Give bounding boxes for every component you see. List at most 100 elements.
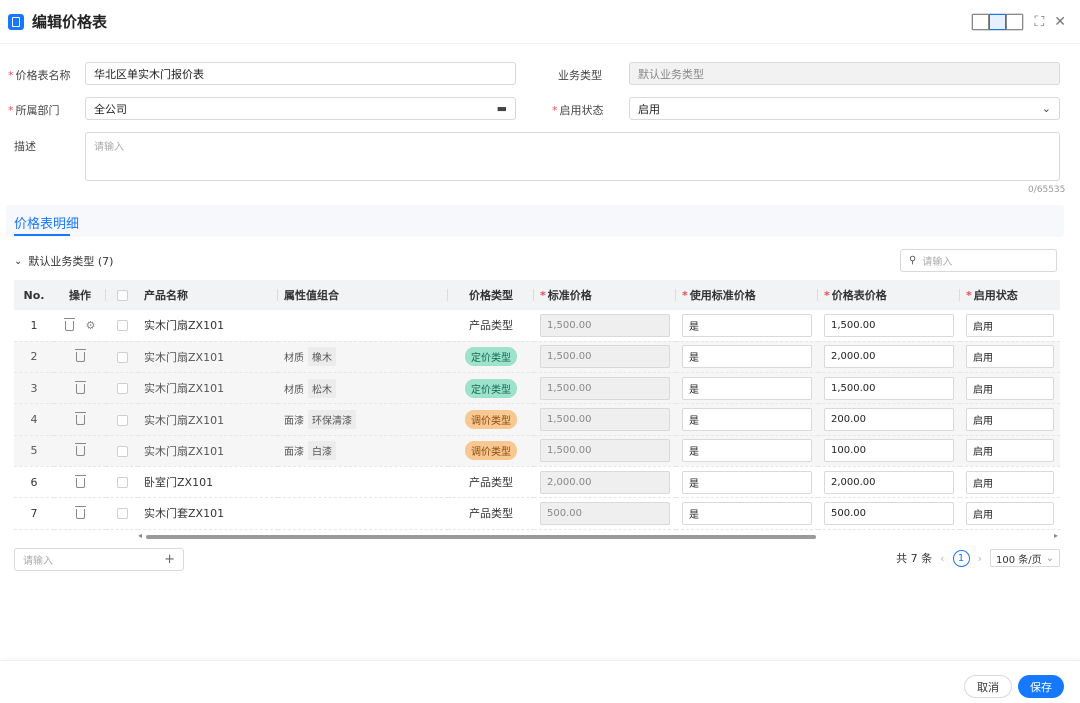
use-std-select[interactable]: 是 bbox=[682, 408, 812, 432]
row-checkbox[interactable] bbox=[116, 383, 128, 395]
row-no: 2 bbox=[14, 341, 54, 374]
select-all-checkbox[interactable] bbox=[106, 280, 138, 310]
price-type-tag: 调价类型 bbox=[465, 410, 517, 430]
product-name: 实木门扇ZX101 bbox=[138, 341, 278, 374]
close-icon[interactable]: ✕ bbox=[1054, 14, 1066, 30]
trash-icon[interactable] bbox=[74, 474, 86, 488]
table-search-input[interactable]: ⚲ 请输入 bbox=[900, 249, 1057, 272]
use-std-select[interactable]: 是 bbox=[682, 501, 812, 525]
list-price-input[interactable]: 2,000.00 bbox=[824, 345, 954, 369]
table-row: 2 实木门扇ZX101 材质 橡木 定价类型 1,500.00 是 2,000.0… bbox=[14, 341, 1060, 374]
product-name: 实木门扇ZX101 bbox=[138, 372, 278, 405]
gear-icon[interactable]: ⚙ bbox=[86, 319, 96, 332]
page-size-select[interactable]: 100 条/页 ⌄ bbox=[989, 549, 1060, 567]
trash-icon[interactable] bbox=[74, 443, 86, 457]
dialog-title: 编辑价格表 bbox=[32, 13, 108, 31]
row-no: 6 bbox=[14, 466, 54, 499]
row-status-select[interactable]: 启用 bbox=[966, 313, 1054, 337]
price-type: 产品类型 bbox=[448, 497, 534, 530]
row-status-select[interactable]: 启用 bbox=[966, 470, 1054, 494]
two-column-icon[interactable] bbox=[989, 13, 1007, 30]
col-use-std: * 使用标准价格 bbox=[676, 280, 818, 310]
table-row: 1 ⚙ 实木门扇ZX101 产品类型 1,500.00 是 1,500.00 启… bbox=[14, 310, 1060, 342]
row-status-select[interactable]: 启用 bbox=[966, 439, 1054, 463]
use-std-select[interactable]: 是 bbox=[682, 313, 812, 337]
dept-input[interactable]: 全公司 ▬ bbox=[85, 97, 516, 120]
use-std-select[interactable]: 是 bbox=[682, 470, 812, 494]
price-type: 产品类型 bbox=[448, 310, 534, 342]
row-checkbox[interactable] bbox=[116, 477, 128, 489]
row-checkbox[interactable] bbox=[116, 508, 128, 520]
price-type-tag: 定价类型 bbox=[465, 378, 517, 398]
use-std-select[interactable]: 是 bbox=[682, 439, 812, 463]
save-button[interactable]: 保存 bbox=[1018, 675, 1064, 698]
chevron-down-icon: ⌄ bbox=[1045, 552, 1054, 564]
std-price-field: 1,500.00 bbox=[540, 408, 670, 432]
trash-icon[interactable] bbox=[74, 505, 86, 519]
list-price-input[interactable]: 100.00 bbox=[824, 439, 954, 463]
col-no: No. bbox=[14, 280, 54, 310]
price-type: 产品类型 bbox=[448, 466, 534, 499]
trash-icon[interactable] bbox=[74, 412, 86, 426]
row-status-select[interactable]: 启用 bbox=[966, 501, 1054, 525]
price-list-icon bbox=[8, 13, 24, 30]
row-status-select[interactable]: 启用 bbox=[966, 408, 1054, 432]
horizontal-scrollbar[interactable] bbox=[138, 535, 1058, 539]
plus-icon[interactable]: + bbox=[164, 552, 175, 567]
pagination: 共 7 条 ‹ 1 › 100 条/页 ⌄ bbox=[896, 549, 1060, 567]
row-status-select[interactable]: 启用 bbox=[966, 345, 1054, 369]
use-std-select[interactable]: 是 bbox=[682, 376, 812, 400]
std-price-field: 1,500.00 bbox=[540, 439, 670, 463]
col-status: * 启用状态 bbox=[960, 280, 1060, 310]
use-std-select[interactable]: 是 bbox=[682, 345, 812, 369]
product-name: 卧室门ZX101 bbox=[138, 466, 278, 499]
col-attr: 属性值组合 bbox=[278, 280, 448, 310]
row-status-select[interactable]: 启用 bbox=[966, 376, 1054, 400]
tab-bar: 价格表明细 bbox=[6, 205, 1064, 237]
add-product-input[interactable]: 请输入 + bbox=[14, 548, 184, 571]
biz-type-field: 默认业务类型 bbox=[629, 62, 1060, 85]
tab-price-detail[interactable]: 价格表明细 bbox=[14, 213, 79, 232]
col-price-type: 价格类型 bbox=[448, 280, 534, 310]
group-header[interactable]: ⌄ 默认业务类型 (7) bbox=[14, 253, 113, 269]
std-price-field: 2,000.00 bbox=[540, 470, 670, 494]
description-textarea[interactable]: 请输入 bbox=[85, 132, 1060, 181]
price-list-name-input[interactable]: 华北区单实木门报价表 bbox=[85, 62, 516, 85]
row-checkbox[interactable] bbox=[116, 320, 128, 332]
price-type-tag: 调价类型 bbox=[465, 441, 517, 461]
three-column-icon[interactable] bbox=[1006, 13, 1024, 30]
col-product: 产品名称 bbox=[138, 280, 278, 310]
fullscreen-icon[interactable]: ⛶ bbox=[1034, 14, 1044, 30]
list-price-input[interactable]: 200.00 bbox=[824, 408, 954, 432]
scroll-right-icon[interactable]: ▸ bbox=[1054, 531, 1058, 540]
cancel-button[interactable]: 取消 bbox=[964, 675, 1012, 698]
next-page-icon[interactable]: › bbox=[978, 552, 982, 565]
table-header-row: No. 操作 产品名称 属性值组合 价格类型 * 标准价格 * 使用标准价格 * 价格… bbox=[14, 280, 1060, 310]
product-name: 实木门套ZX101 bbox=[138, 497, 278, 530]
row-checkbox[interactable] bbox=[116, 414, 128, 426]
list-price-input[interactable]: 2,000.00 bbox=[824, 470, 954, 494]
list-price-input[interactable]: 1,500.00 bbox=[824, 376, 954, 400]
search-icon: ⚲ bbox=[909, 255, 917, 266]
trash-icon[interactable] bbox=[74, 380, 86, 394]
list-price-input[interactable]: 500.00 bbox=[824, 501, 954, 525]
prev-page-icon[interactable]: ‹ bbox=[940, 552, 944, 565]
std-price-field: 500.00 bbox=[540, 501, 670, 525]
attr-combo: 面漆 白漆 bbox=[284, 441, 336, 461]
single-column-icon[interactable] bbox=[972, 13, 990, 30]
list-price-input[interactable]: 1,500.00 bbox=[824, 313, 954, 337]
row-checkbox[interactable] bbox=[116, 351, 128, 363]
status-select[interactable]: 启用 ⌄ bbox=[629, 97, 1060, 120]
total-count: 共 7 条 bbox=[896, 552, 933, 565]
page-number[interactable]: 1 bbox=[952, 549, 970, 567]
row-no: 5 bbox=[14, 435, 54, 467]
attr-combo: 材质 橡木 bbox=[284, 347, 336, 367]
dialog-header: 编辑价格表 ⛶ ✕ bbox=[0, 0, 1080, 44]
folder-icon[interactable]: ▬ bbox=[497, 102, 507, 115]
trash-icon[interactable] bbox=[63, 317, 75, 331]
row-checkbox[interactable] bbox=[116, 445, 128, 457]
status-label: * 启用状态 bbox=[552, 103, 604, 118]
trash-icon[interactable] bbox=[74, 349, 86, 363]
table-row: 5 实木门扇ZX101 面漆 白漆 调价类型 1,500.00 是 100.00 … bbox=[14, 435, 1060, 467]
product-name: 实木门扇ZX101 bbox=[138, 310, 278, 342]
